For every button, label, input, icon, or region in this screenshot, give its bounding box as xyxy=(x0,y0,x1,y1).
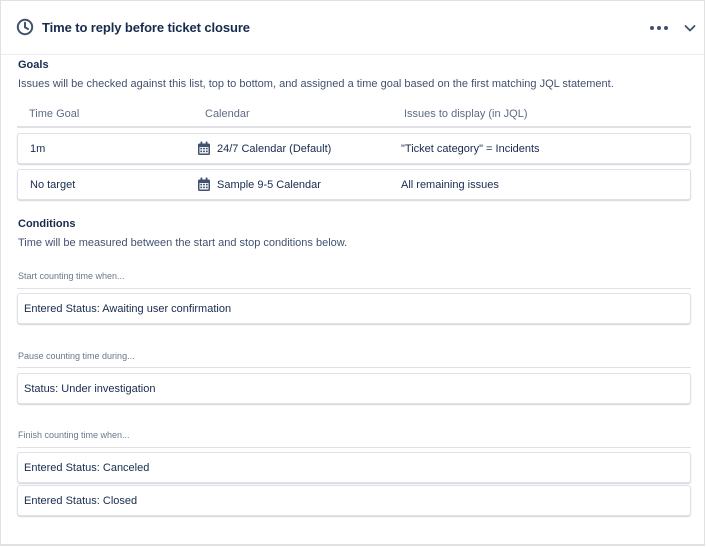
divider xyxy=(17,288,691,289)
panel-header[interactable]: Time to reply before ticket closure xyxy=(1,1,704,55)
divider xyxy=(17,447,691,448)
chevron-down-icon[interactable] xyxy=(681,18,699,38)
condition-text: Entered Status: Awaiting user confirmati… xyxy=(24,303,232,315)
calendar-icon xyxy=(198,141,210,155)
condition-text: Entered Status: Canceled xyxy=(24,462,150,474)
column-header-calendar: Calendar xyxy=(205,108,250,120)
sla-panel: Time to reply before ticket closure Goal… xyxy=(0,0,705,546)
pause-condition[interactable]: Status: Under investigation xyxy=(17,373,691,404)
goal-row[interactable]: No target Sample 9-5 Calendar All remain… xyxy=(17,169,691,200)
goal-jql: All remaining issues xyxy=(401,179,499,191)
panel-title: Time to reply before ticket closure xyxy=(42,20,250,35)
more-icon xyxy=(650,26,654,30)
finish-condition[interactable]: Entered Status: Canceled xyxy=(17,452,691,483)
goal-row[interactable]: 1m 24/7 Calendar (Default) "Ticket categ… xyxy=(17,133,691,164)
pause-condition-label: Pause counting time during... xyxy=(18,351,135,361)
condition-text: Status: Under investigation xyxy=(24,383,156,395)
goal-calendar: Sample 9-5 Calendar xyxy=(217,179,321,191)
goal-time: 1m xyxy=(30,143,46,155)
start-condition-label: Start counting time when... xyxy=(18,271,125,281)
conditions-heading: Conditions xyxy=(18,218,76,230)
clock-icon xyxy=(16,18,34,36)
calendar-icon xyxy=(198,177,210,191)
goal-time: No target xyxy=(30,179,76,191)
finish-condition-label: Finish counting time when... xyxy=(18,430,130,440)
start-condition[interactable]: Entered Status: Awaiting user confirmati… xyxy=(17,293,691,324)
column-header-jql: Issues to display (in JQL) xyxy=(404,108,528,120)
divider xyxy=(17,367,691,368)
goal-jql: "Ticket category" = Incidents xyxy=(401,143,540,155)
goal-calendar: 24/7 Calendar (Default) xyxy=(217,143,332,155)
condition-text: Entered Status: Closed xyxy=(24,495,138,507)
column-header-time-goal: Time Goal xyxy=(29,108,80,120)
more-button[interactable] xyxy=(646,18,672,38)
conditions-description: Time will be measured between the start … xyxy=(18,237,348,249)
goals-heading: Goals xyxy=(18,59,49,71)
finish-condition[interactable]: Entered Status: Closed xyxy=(17,485,691,516)
goals-description: Issues will be checked against this list… xyxy=(18,78,614,90)
goals-table-header: Time Goal Calendar Issues to display (in… xyxy=(17,101,691,128)
